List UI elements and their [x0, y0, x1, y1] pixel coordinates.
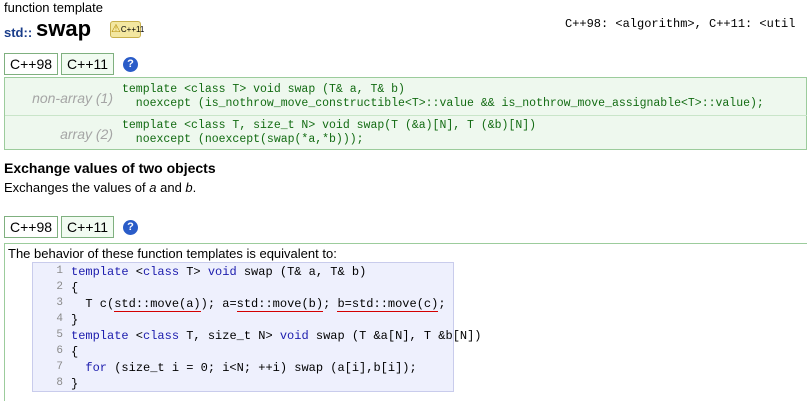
tab-cpp98[interactable]: C++98	[4, 216, 59, 238]
line-number: 6	[56, 345, 63, 357]
code-line: T c(std::move(a)); a=std::move(b); b=std…	[71, 297, 446, 312]
version-tabs-bottom: C++98 C++11 ?	[4, 216, 139, 238]
code-line: {	[71, 281, 79, 295]
line-number: 1	[56, 265, 63, 277]
line-number: 4	[56, 313, 63, 325]
namespace-label: std::	[4, 25, 33, 40]
declarations-box: non-array (1) template <class T> void sw…	[4, 77, 807, 150]
declaration-row: array (2) template <class T, size_t N> v…	[5, 116, 807, 150]
declaration-label: array (2)	[60, 126, 113, 142]
kind-label: function template	[4, 0, 104, 15]
badge-text: C++11	[120, 25, 145, 34]
declaration-label: non-array (1)	[32, 90, 113, 106]
page-title: swap	[36, 16, 92, 41]
desc-text: and	[156, 180, 186, 195]
line-number: 2	[56, 281, 63, 293]
line-number: 5	[56, 329, 63, 341]
declaration-line: template <class T> void swap (T& a, T& b…	[122, 83, 405, 96]
declaration-row: non-array (1) template <class T> void sw…	[5, 78, 807, 116]
tab-cpp11[interactable]: C++11	[61, 53, 115, 75]
desc-text: .	[192, 180, 197, 195]
code-line: for (size_t i = 0; i<N; ++i) swap (a[i],…	[85, 361, 417, 375]
warning-icon: ⚠	[111, 23, 121, 35]
code-line: template <class T, size_t N> void swap (…	[71, 329, 482, 343]
description: Exchanges the values of a and b.	[4, 180, 196, 195]
declaration-line: noexcept (noexcept(swap(*a,*b)));	[122, 133, 364, 146]
cpp11-badge: ⚠C++11	[110, 21, 145, 38]
param-a: a	[149, 180, 157, 195]
line-number: 7	[56, 361, 63, 373]
code-line: {	[71, 345, 79, 359]
line-number: 3	[56, 297, 63, 309]
code-line: }	[71, 377, 79, 391]
section-title: Exchange values of two objects	[4, 160, 216, 176]
tab-cpp11[interactable]: C++11	[61, 216, 115, 238]
declaration-line: noexcept (is_nothrow_move_constructible<…	[122, 97, 764, 110]
code-block: 1 template <class T> void swap (T& a, T&…	[32, 262, 482, 392]
tab-cpp98[interactable]: C++98	[4, 53, 59, 75]
equivalent-text: The behavior of these function templates…	[8, 246, 337, 261]
code-line: }	[71, 313, 79, 327]
declaration-line: template <class T, size_t N> void swap(T…	[122, 119, 537, 132]
header-files: C++98: <algorithm>, C++11: <util	[565, 17, 796, 31]
help-icon[interactable]: ?	[123, 219, 139, 235]
help-icon[interactable]: ?	[123, 56, 139, 72]
desc-text: Exchanges the values of	[4, 180, 150, 195]
param-b: b	[185, 180, 193, 195]
version-tabs-top: C++98 C++11 ?	[4, 53, 139, 75]
line-number: 8	[56, 377, 63, 389]
code-line: template <class T> void swap (T& a, T& b…	[71, 265, 367, 279]
